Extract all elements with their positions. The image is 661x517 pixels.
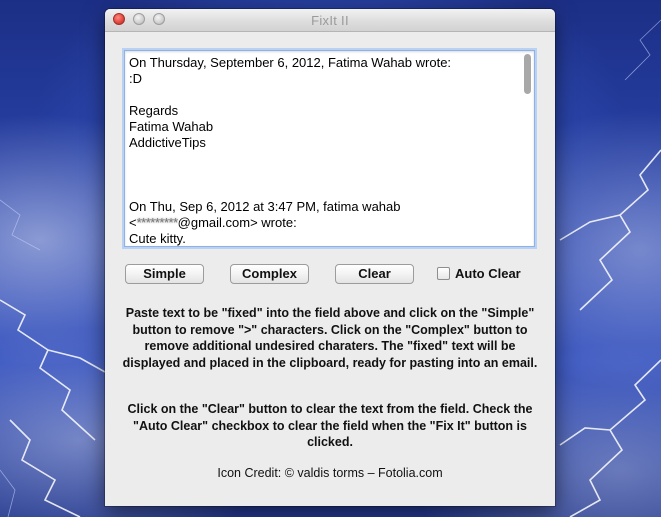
text-line: Cute kitty.	[129, 231, 186, 246]
text-line-email: <*********@gmail.com> wrote:	[129, 215, 518, 231]
text-line: Fatima Wahab	[129, 119, 214, 134]
complex-button[interactable]: Complex	[230, 264, 309, 284]
clear-button[interactable]: Clear	[335, 264, 414, 284]
auto-clear-checkbox[interactable]	[437, 267, 450, 280]
email-suffix: @gmail.com> wrote:	[177, 215, 297, 230]
simple-button[interactable]: Simple	[125, 264, 204, 284]
icon-credit: Icon Credit: © valdis torms – Fotolia.co…	[217, 466, 443, 480]
instructions-paragraph-1: Paste text to be "fixed" into the field …	[122, 306, 538, 370]
text-line	[129, 183, 518, 199]
email-prefix: <	[129, 215, 137, 230]
text-line	[129, 151, 518, 167]
vertical-scrollbar[interactable]	[521, 52, 533, 245]
obscured-email: *********	[136, 215, 179, 230]
text-line: Regards	[129, 103, 179, 118]
auto-clear-label[interactable]: Auto Clear	[455, 266, 521, 281]
text-line: AddictiveTips	[129, 135, 206, 150]
scrollbar-thumb[interactable]	[524, 54, 531, 94]
text-line	[129, 87, 518, 103]
text-line: On Thu, Sep 6, 2012 at 3:47 PM, fatima w…	[129, 199, 401, 214]
title-bar[interactable]: FixIt II	[105, 9, 555, 32]
text-content[interactable]: On Thursday, September 6, 2012, Fatima W…	[129, 55, 518, 246]
text-line: :D	[129, 71, 142, 86]
text-line: On Thursday, September 6, 2012, Fatima W…	[129, 55, 452, 70]
text-input-area[interactable]: On Thursday, September 6, 2012, Fatima W…	[124, 50, 535, 247]
instructions-paragraph-2: Click on the "Clear" button to clear the…	[127, 402, 533, 449]
fixit-window: FixIt II On Thursday, September 6, 2012,…	[105, 9, 555, 506]
window-title: FixIt II	[311, 13, 349, 28]
text-line	[129, 167, 518, 183]
